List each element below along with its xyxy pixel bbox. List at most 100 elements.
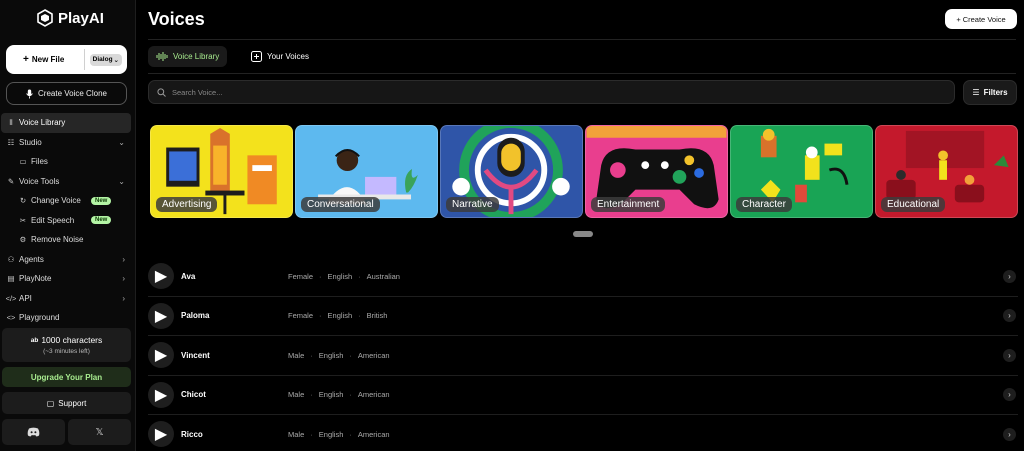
- sidebar-item-label: Remove Noise: [31, 235, 84, 245]
- play-button[interactable]: ▶: [148, 342, 174, 369]
- tab-label: Voice Library: [173, 52, 220, 61]
- sidebar-item-label: PlayNote: [19, 274, 52, 284]
- sidebar-item-label: Files: [31, 157, 48, 167]
- category-card-character[interactable]: Character: [730, 125, 873, 218]
- sidebar-item-remove-noise[interactable]: ⚙ Remove Noise: [0, 230, 136, 250]
- app-logo[interactable]: PlayAI: [36, 9, 104, 27]
- filters-label: Filters: [983, 88, 1008, 97]
- app-name: PlayAI: [58, 9, 104, 27]
- create-voice-clone-button[interactable]: Create Voice Clone: [6, 82, 127, 105]
- new-file-button[interactable]: + New File: [23, 54, 84, 65]
- category-card-educational[interactable]: Educational: [875, 125, 1018, 218]
- upgrade-plan-button[interactable]: Upgrade Your Plan: [2, 367, 131, 387]
- page-title: Voices: [148, 9, 205, 29]
- chevron-right-icon[interactable]: ›: [1003, 269, 1016, 283]
- play-icon: ▶: [154, 426, 168, 444]
- scissors-icon: ✂: [19, 215, 27, 225]
- discord-button[interactable]: [2, 419, 65, 445]
- sidebar-item-playground[interactable]: <> Playground: [0, 308, 136, 328]
- sidebar-item-edit-speech[interactable]: ✂ Edit Speech New: [0, 211, 136, 231]
- voice-attributes: Male · English · American: [288, 350, 390, 360]
- voice-accent: American: [357, 350, 390, 360]
- new-badge: New: [91, 196, 112, 205]
- playai-logo-icon: [37, 9, 53, 27]
- sidebar-item-label: Playground: [19, 313, 60, 323]
- table-row[interactable]: ▶ Ava Female · English · Australian ›: [148, 257, 1018, 297]
- create-voice-button[interactable]: + Create Voice: [945, 9, 1017, 29]
- support-button[interactable]: ▢ Support: [2, 392, 131, 414]
- sidebar-item-files[interactable]: ▭ Files: [0, 152, 136, 172]
- play-button[interactable]: ▶: [148, 263, 174, 290]
- category-carousel: Advertising Conversational Narrative Ent…: [148, 125, 1018, 219]
- waveform-icon: ⦀: [9, 117, 13, 127]
- chevron-right-icon: ›: [122, 293, 125, 303]
- sidebar: PlayAI + New File Dialog ⌄ Create Voice …: [0, 0, 136, 451]
- sidebar-item-playnote[interactable]: ▤ PlayNote ›: [0, 269, 136, 289]
- play-button[interactable]: ▶: [148, 302, 174, 329]
- chevron-right-icon[interactable]: ›: [1003, 427, 1016, 441]
- voice-accent: American: [357, 429, 390, 439]
- plus-icon: +: [23, 54, 29, 65]
- sidebar-item-agents[interactable]: ⚇ Agents ›: [0, 250, 136, 270]
- search-bar: [148, 80, 955, 104]
- carousel-scroll-indicator[interactable]: [573, 231, 593, 237]
- search-input[interactable]: [172, 87, 872, 97]
- voice-gender: Female: [288, 311, 314, 321]
- x-twitter-button[interactable]: 𝕏: [68, 419, 131, 445]
- voice-attributes: Female · English · Australian: [288, 271, 400, 281]
- chevron-right-icon[interactable]: ›: [1003, 348, 1016, 362]
- chevron-right-icon[interactable]: ›: [1003, 309, 1016, 323]
- voice-accent: American: [357, 390, 390, 400]
- table-row[interactable]: ▶ Ricco Male · English · American ›: [148, 415, 1018, 451]
- category-card-advertising[interactable]: Advertising: [150, 125, 293, 218]
- x-logo-icon: 𝕏: [95, 426, 104, 438]
- support-label: Support: [58, 398, 87, 408]
- category-card-narrative[interactable]: Narrative: [440, 125, 583, 218]
- category-label: Advertising: [156, 197, 218, 212]
- voice-gender: Female: [288, 271, 314, 281]
- category-card-conversational[interactable]: Conversational: [295, 125, 438, 218]
- waveform-icon: [156, 52, 168, 61]
- voice-language: English: [327, 311, 353, 321]
- category-label: Entertainment: [591, 197, 666, 212]
- tab-your-voices[interactable]: Your Voices: [243, 46, 317, 67]
- voice-attributes: Male · English · American: [288, 429, 390, 439]
- table-row[interactable]: ▶ Paloma Female · English · British ›: [148, 297, 1018, 336]
- sidebar-item-studio[interactable]: ☷ Studio ⌄: [0, 133, 136, 153]
- tab-voice-library[interactable]: Voice Library: [148, 46, 228, 67]
- create-voice-clone-label: Create Voice Clone: [38, 89, 107, 98]
- sidebar-item-voice-library[interactable]: ⦀ Voice Library: [1, 113, 131, 133]
- sidebar-item-label: Studio: [19, 137, 42, 147]
- table-row[interactable]: ▶ Vincent Male · English · American ›: [148, 336, 1018, 376]
- play-button[interactable]: ▶: [148, 381, 174, 408]
- sidebar-item-label: API: [19, 293, 32, 303]
- chevron-right-icon[interactable]: ›: [1003, 388, 1016, 402]
- voice-name: Ava: [181, 271, 196, 281]
- voice-name: Chicot: [181, 390, 206, 400]
- voice-gender: Male: [288, 390, 305, 400]
- voice-accent: British: [366, 311, 388, 321]
- sidebar-item-label: Agents: [19, 254, 44, 264]
- discord-icon: [27, 427, 40, 437]
- header-divider: [148, 39, 1016, 40]
- voice-gender: Male: [288, 350, 305, 360]
- characters-count: 1000 characters: [41, 335, 103, 345]
- category-card-entertainment[interactable]: Entertainment: [585, 125, 728, 218]
- filters-button[interactable]: ☰ Filters: [963, 80, 1017, 105]
- table-row[interactable]: ▶ Chicot Male · English · American ›: [148, 376, 1018, 415]
- dialog-dropdown[interactable]: Dialog ⌄: [89, 53, 122, 66]
- voice-name: Ricco: [181, 429, 203, 439]
- new-file-label: New File: [31, 55, 65, 64]
- sliders-icon: ☰: [972, 88, 980, 97]
- chevron-down-icon: ⌄: [118, 176, 125, 186]
- sidebar-item-label: Voice Tools: [19, 176, 60, 186]
- characters-remaining: ab 1000 characters (~3 minutes left): [2, 328, 131, 362]
- play-button[interactable]: ▶: [148, 421, 174, 448]
- voice-list: ▶ Ava Female · English · Australian › ▶ Pa…: [148, 257, 1018, 451]
- sidebar-item-api[interactable]: </> API ›: [0, 289, 136, 309]
- sidebar-item-label: Change Voice: [31, 196, 81, 206]
- chat-bubble-icon: ▢: [46, 398, 55, 408]
- sidebar-item-change-voice[interactable]: ↻ Change Voice New: [0, 191, 136, 211]
- play-icon: ▶: [154, 307, 168, 325]
- sidebar-item-voice-tools[interactable]: ✎ Voice Tools ⌄: [0, 172, 136, 192]
